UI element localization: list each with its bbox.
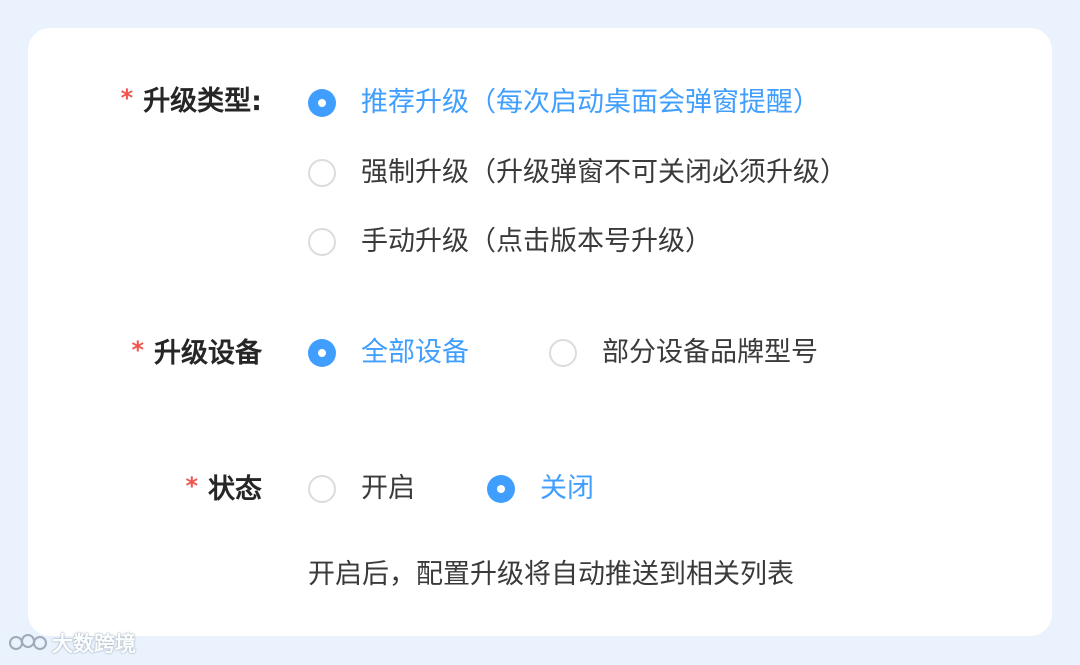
radio-checked-icon[interactable] [308, 339, 336, 367]
status-hint-text: 开启后，配置升级将自动推送到相关列表 [308, 559, 794, 590]
radio-status-off-label: 关闭 [540, 473, 594, 504]
radio-unchecked-icon[interactable] [549, 339, 577, 367]
radio-recommended-upgrade[interactable]: 推荐升级（每次启动桌面会弹窗提醒） [308, 86, 820, 120]
required-mark: * [120, 84, 134, 112]
radio-forced-upgrade-label: 强制升级（升级弹窗不可关闭必须升级） [361, 157, 847, 188]
status-label: * 状态 [185, 472, 262, 507]
required-mark: * [131, 336, 144, 364]
radio-recommended-upgrade-label: 推荐升级（每次启动桌面会弹窗提醒） [361, 87, 820, 118]
radio-all-devices[interactable]: 全部设备 [308, 336, 469, 370]
radio-all-devices-label: 全部设备 [361, 337, 469, 368]
radio-checked-icon[interactable] [308, 89, 336, 117]
radio-status-on[interactable]: 开启 [308, 472, 415, 506]
radio-status-off[interactable]: 关闭 [487, 472, 594, 506]
radio-unchecked-icon[interactable] [308, 159, 336, 187]
watermark-text: 大数跨境 [52, 632, 136, 656]
radio-checked-icon[interactable] [487, 475, 515, 503]
upgrade-type-label-text: 升级类型: [143, 86, 262, 117]
radio-partial-devices-label: 部分设备品牌型号 [602, 337, 818, 368]
upgrade-devices-label-text: 升级设备 [154, 338, 262, 369]
radio-manual-upgrade-label: 手动升级（点击版本号升级） [361, 226, 712, 257]
watermark-logo-icon [9, 634, 47, 650]
required-mark: * [185, 472, 198, 500]
status-label-text: 状态 [208, 474, 262, 505]
watermark: 大数跨境 [8, 628, 136, 658]
radio-unchecked-icon[interactable] [308, 475, 336, 503]
radio-status-on-label: 开启 [361, 473, 415, 504]
radio-forced-upgrade[interactable]: 强制升级（升级弹窗不可关闭必须升级） [308, 156, 847, 190]
upgrade-type-label: * 升级类型: [120, 84, 262, 119]
upgrade-devices-label: * 升级设备 [131, 336, 262, 371]
radio-partial-devices[interactable]: 部分设备品牌型号 [549, 336, 818, 370]
radio-unchecked-icon[interactable] [308, 228, 336, 256]
radio-manual-upgrade[interactable]: 手动升级（点击版本号升级） [308, 225, 712, 259]
